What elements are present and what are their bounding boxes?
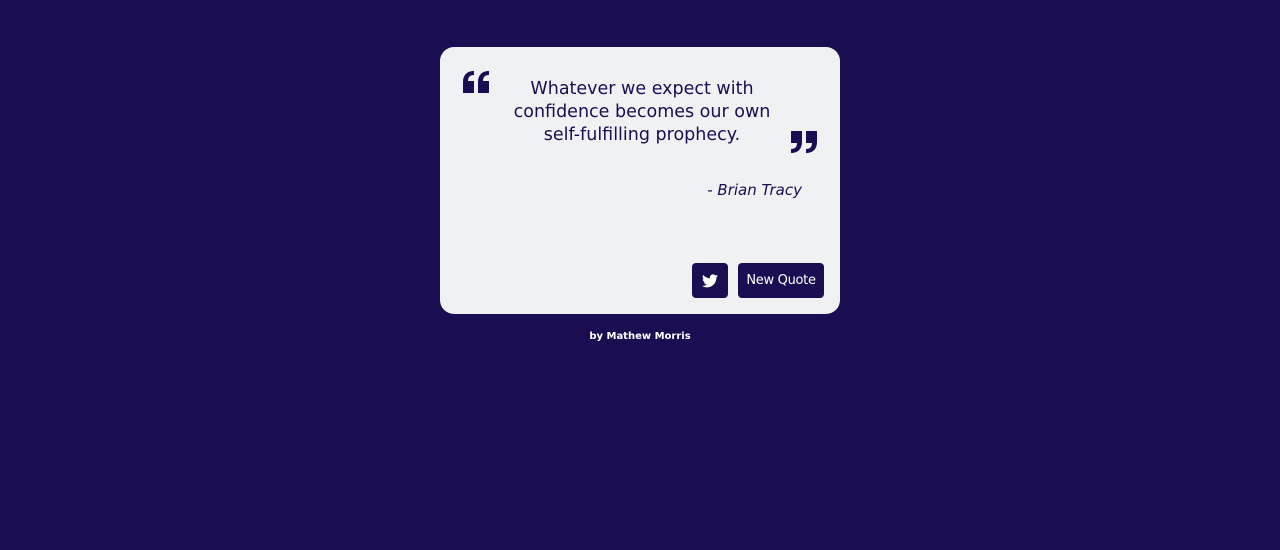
quote-author: - Brian Tracy [707, 181, 802, 199]
quote-text: Whatever we expect with confidence becom… [513, 79, 771, 145]
quote-left-icon [463, 71, 489, 93]
quote-card: Whatever we expect with confidence becom… [440, 47, 840, 314]
tweet-button[interactable] [692, 263, 728, 298]
quote-right-icon [791, 131, 817, 153]
twitter-icon [702, 273, 718, 287]
page: Whatever we expect with confidence becom… [0, 0, 1280, 550]
author-credit: by Mathew Morris [589, 331, 691, 342]
new-quote-button[interactable]: New Quote [738, 263, 824, 298]
